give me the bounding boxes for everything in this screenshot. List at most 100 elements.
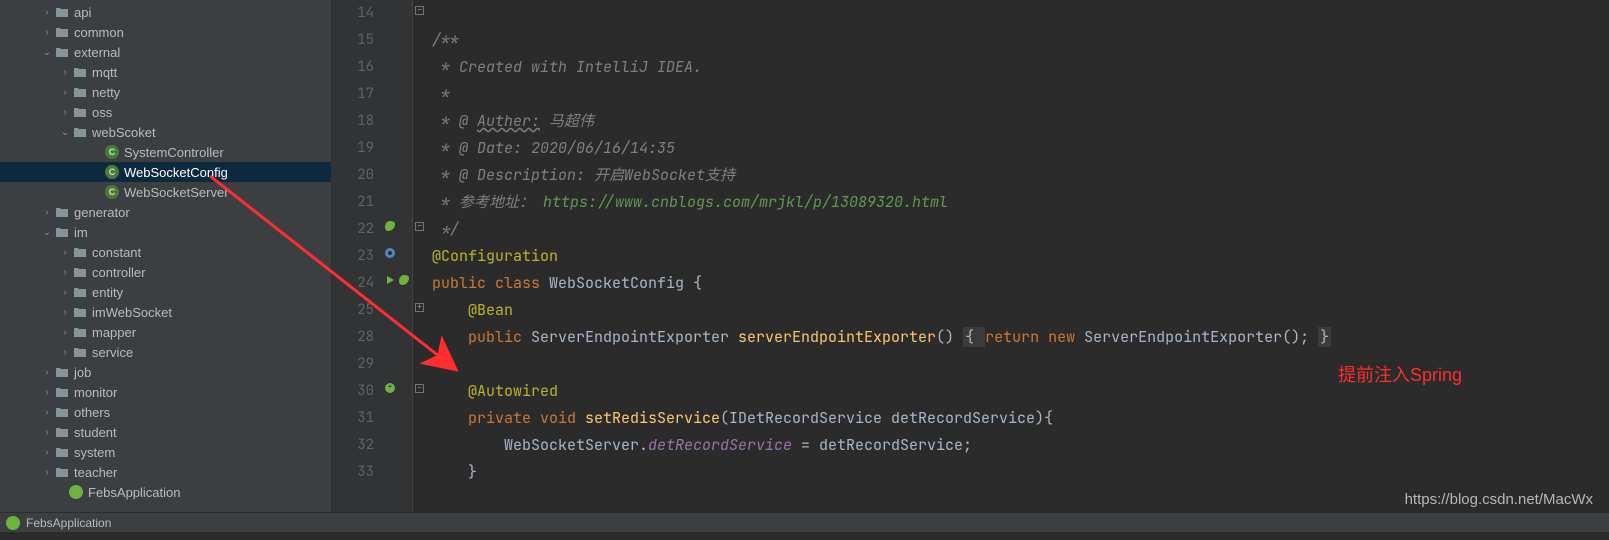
spring-leaf-icon[interactable]	[398, 270, 410, 297]
gutter-row[interactable]	[382, 0, 412, 27]
gutter-row[interactable]	[382, 270, 412, 297]
tree-folder-webScoket[interactable]: ⌄webScoket	[0, 122, 331, 142]
chevron-right-icon[interactable]: ›	[40, 447, 54, 458]
line-number: 28	[332, 324, 374, 351]
code-area[interactable]: /** * Created with IntelliJ IDEA. * * @ …	[426, 0, 1609, 512]
folder-icon	[54, 384, 70, 400]
gutter-row[interactable]	[382, 378, 412, 405]
tree-folder-common[interactable]: ›common	[0, 22, 331, 42]
gutter-row[interactable]	[382, 297, 412, 324]
chevron-right-icon[interactable]: ›	[58, 247, 72, 258]
doc-comment: * @ Auther: 马超伟	[432, 111, 594, 131]
chevron-right-icon[interactable]: ›	[58, 307, 72, 318]
tree-folder-generator[interactable]: ›generator	[0, 202, 331, 222]
tree-item-label: imWebSocket	[92, 305, 172, 320]
tree-item-label: service	[92, 345, 133, 360]
chevron-right-icon[interactable]: ›	[58, 327, 72, 338]
tree-item-label: WebSocketConfig	[124, 165, 228, 180]
tree-folder-job[interactable]: ›job	[0, 362, 331, 382]
tree-class-WebSocketConfig[interactable]: C WebSocketConfig	[0, 162, 331, 182]
gutter-icons[interactable]	[382, 0, 412, 512]
gutter-row[interactable]	[382, 351, 412, 378]
folder-icon	[54, 404, 70, 420]
run-icon[interactable]	[384, 270, 396, 297]
chevron-right-icon[interactable]: ›	[40, 407, 54, 418]
tree-folder-monitor[interactable]: ›monitor	[0, 382, 331, 402]
watermark: https://blog.csdn.net/MacWx	[1405, 491, 1593, 508]
tree-folder-im[interactable]: ⌄im	[0, 222, 331, 242]
tree-item-label: system	[74, 445, 115, 460]
chevron-right-icon[interactable]: ›	[40, 367, 54, 378]
gutter-row[interactable]	[382, 108, 412, 135]
tree-folder-entity[interactable]: ›entity	[0, 282, 331, 302]
tree-folder-mapper[interactable]: ›mapper	[0, 322, 331, 342]
tree-folder-netty[interactable]: ›netty	[0, 82, 331, 102]
chevron-right-icon[interactable]: ›	[58, 67, 72, 78]
tree-folder-oss[interactable]: › oss	[0, 102, 331, 122]
chevron-down-icon[interactable]: ⌄	[40, 227, 54, 238]
gutter-row[interactable]	[382, 54, 412, 81]
fold-toggle-icon[interactable]: −	[415, 222, 424, 231]
gutter-row[interactable]	[382, 459, 412, 486]
line-number: 20	[332, 162, 374, 189]
doc-comment: * @ Description: 开启WebSocket支持	[432, 165, 735, 185]
gutter-row[interactable]	[382, 216, 412, 243]
gutter-row[interactable]	[382, 162, 412, 189]
doc-comment: * Created with IntelliJ IDEA.	[432, 57, 702, 77]
line-number: 18	[332, 108, 374, 135]
chevron-right-icon[interactable]: ›	[40, 207, 54, 218]
fold-toggle-icon[interactable]: −	[415, 6, 424, 15]
chevron-right-icon[interactable]: ›	[40, 7, 54, 18]
callout-text: 提前注入Spring	[1338, 361, 1462, 387]
chevron-right-icon[interactable]: ›	[58, 87, 72, 98]
run-config-bar[interactable]: FebsApplication	[0, 512, 1609, 532]
chevron-right-icon[interactable]: ›	[40, 27, 54, 38]
chevron-right-icon[interactable]: ›	[58, 267, 72, 278]
chevron-right-icon[interactable]: ›	[40, 427, 54, 438]
tree-folder-others[interactable]: ›others	[0, 402, 331, 422]
gutter-row[interactable]	[382, 405, 412, 432]
gutter-row[interactable]	[382, 243, 412, 270]
doc-comment: * 参考地址： https://www.cnblogs.com/mrjkl/p/…	[432, 192, 948, 212]
bean-icon[interactable]	[384, 243, 396, 270]
gutter-row[interactable]	[382, 324, 412, 351]
gutter-row[interactable]	[382, 189, 412, 216]
tree-folder-student[interactable]: ›student	[0, 422, 331, 442]
gutter-row[interactable]	[382, 81, 412, 108]
spring-leaf-icon[interactable]	[384, 216, 396, 243]
tree-folder-external[interactable]: ⌄external	[0, 42, 331, 62]
project-tree[interactable]: ›api›common⌄external›mqtt›netty›oss⌄webS…	[0, 0, 332, 512]
tree-folder-controller[interactable]: ›controller	[0, 262, 331, 282]
tree-spring-FebsApplication[interactable]: FebsApplication	[0, 482, 331, 502]
class-icon: C	[104, 164, 120, 180]
folder-icon	[54, 44, 70, 60]
line-number: 30	[332, 378, 374, 405]
fold-toggle-icon[interactable]: −	[415, 384, 424, 393]
tree-class-SystemController[interactable]: CSystemController	[0, 142, 331, 162]
chevron-right-icon[interactable]: ›	[58, 107, 72, 118]
tree-folder-teacher[interactable]: ›teacher	[0, 462, 331, 482]
gutter-row[interactable]	[382, 135, 412, 162]
override-icon[interactable]	[384, 378, 396, 405]
folder-icon	[72, 344, 88, 360]
gutter-row[interactable]	[382, 27, 412, 54]
chevron-down-icon[interactable]: ⌄	[40, 47, 54, 58]
fold-toggle-icon[interactable]: +	[415, 303, 424, 312]
chevron-down-icon[interactable]: ⌄	[58, 127, 72, 138]
tree-class-WebSocketServer[interactable]: CWebSocketServer	[0, 182, 331, 202]
tree-folder-mqtt[interactable]: ›mqtt	[0, 62, 331, 82]
fold-bar[interactable]: − − + −	[412, 0, 426, 512]
tree-folder-api[interactable]: ›api	[0, 2, 331, 22]
chevron-right-icon[interactable]: ›	[40, 387, 54, 398]
tree-folder-imWebSocket[interactable]: › imWebSocket	[0, 302, 331, 322]
gutter-row[interactable]	[382, 432, 412, 459]
code-editor[interactable]: 141516171819202122232425282930313233 − −…	[332, 0, 1609, 512]
folder-icon	[54, 24, 70, 40]
chevron-right-icon[interactable]: ›	[58, 287, 72, 298]
tree-folder-system[interactable]: › system	[0, 442, 331, 462]
tree-folder-constant[interactable]: ›constant	[0, 242, 331, 262]
chevron-right-icon[interactable]: ›	[58, 347, 72, 358]
tree-item-label: oss	[92, 105, 112, 120]
tree-folder-service[interactable]: › service	[0, 342, 331, 362]
chevron-right-icon[interactable]: ›	[40, 467, 54, 478]
